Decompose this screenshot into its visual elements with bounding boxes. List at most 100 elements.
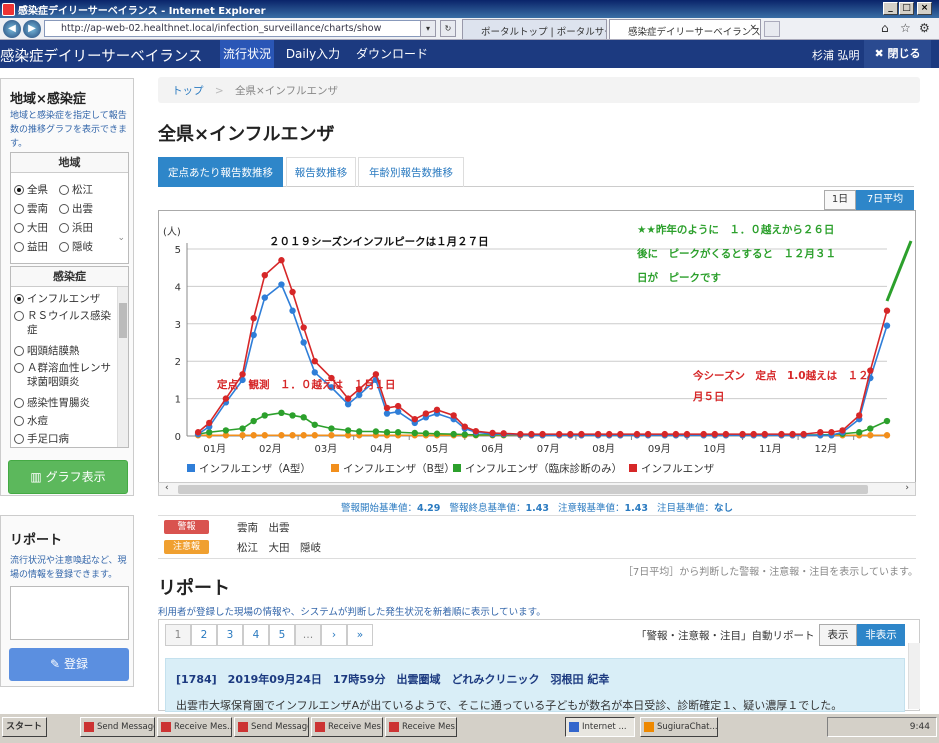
data-point [356,428,363,435]
radio-icon[interactable] [14,311,24,321]
maximize-button[interactable]: □ [899,2,914,15]
nav-daily-input[interactable]: Daily入力 [278,40,348,68]
task-chat[interactable]: SugiuraChat... [640,717,718,737]
seg-1day[interactable]: 1日 [824,190,856,210]
radio-icon[interactable] [59,222,69,233]
task-receive-message[interactable]: Receive Mes... [157,717,232,737]
data-point [683,430,691,438]
disease-option[interactable]: 感染性胃腸炎 [14,395,90,410]
nav-download[interactable]: ダウンロード [350,40,434,68]
show-toggle[interactable]: 表示 [819,624,857,646]
radio-icon[interactable] [14,241,24,252]
x-tick-label: 10月 [703,443,726,455]
disease-option[interactable]: Ａ群溶血性レンサ球菌咽頭炎 [14,361,116,389]
tab-age-count[interactable]: 年齢別報告数推移 [358,157,464,187]
disease-option[interactable]: インフルエンザ [14,291,100,306]
radio-icon[interactable] [59,203,69,214]
task-receive-message[interactable]: Receive Mes... [385,717,457,737]
legend-label: インフルエンザ（B型） [343,462,455,475]
radio-icon[interactable] [14,293,24,304]
data-point [883,307,891,314]
disease-scrollbar[interactable] [117,287,128,447]
legend-label: インフルエンザ [641,463,715,475]
radio-icon[interactable] [59,184,69,195]
tools-gear-icon[interactable]: ⚙ [919,21,930,35]
page-2[interactable]: 2 [191,624,217,646]
ie-tab-surveillance[interactable]: 感染症デイリーサーベイランス × [609,19,761,39]
page-vertical-scrollbar[interactable] [908,643,920,709]
refresh-icon[interactable]: ↻ [440,20,456,37]
radio-icon[interactable] [14,397,24,408]
ie-tab-portal[interactable]: ポータルトップ | ポータルサービス [462,19,607,39]
ie-icon [569,722,579,732]
region-option[interactable]: 隠岐 [59,239,93,254]
task-internet-explorer[interactable]: Internet ... [565,717,635,737]
chart-horizontal-scrollbar[interactable]: ‹ › [158,482,916,496]
radio-icon[interactable] [14,345,24,356]
task-send-message[interactable]: Send Message [234,717,309,737]
task-send-message[interactable]: Send Message [80,717,155,737]
report-textarea[interactable] [10,586,129,640]
tab-sentinel-avg[interactable]: 定点あたり報告数推移 [158,157,283,187]
chevron-down-icon[interactable]: ⌄ [117,233,125,243]
graph-display-button[interactable]: ▥ グラフ表示 [8,460,128,494]
region-option[interactable]: 浜田 [59,220,93,235]
page-3[interactable]: 3 [217,624,243,646]
task-receive-message[interactable]: Receive Mes... [311,717,383,737]
close-tab-icon[interactable]: × [749,23,757,33]
app-brand[interactable]: 感染症デイリーサーベイランス [0,45,202,66]
home-icon[interactable]: ⌂ [881,21,889,35]
scrollbar-thumb[interactable] [178,485,868,494]
start-button[interactable]: スタート [2,717,47,737]
breadcrumb-top[interactable]: トップ [172,85,204,97]
back-icon[interactable]: ◀ [3,20,21,38]
page-1[interactable]: 1 [165,624,191,646]
page-last[interactable]: » [347,624,373,646]
minimize-button[interactable]: _ [883,2,898,15]
disease-option[interactable]: 手足口病 [14,431,69,446]
disease-option[interactable]: 咽頭結膜熱 [14,343,80,358]
region-option[interactable]: 出雲 [59,201,93,216]
legend-swatch [187,464,195,472]
favorites-icon[interactable]: ☆ [900,21,911,35]
x-tick-label: 02月 [259,443,282,455]
hide-toggle[interactable]: 非表示 [857,624,905,646]
radio-icon[interactable] [14,203,24,214]
close-window-button[interactable]: × [917,2,932,15]
disease-option[interactable]: 水痘 [14,413,48,428]
scroll-right-icon[interactable]: › [905,483,909,493]
page-next[interactable]: › [321,624,347,646]
app-navbar: 感染症デイリーサーベイランス 流行状況 Daily入力 ダウンロード 杉浦 弘明… [0,40,939,68]
radio-icon[interactable] [14,184,24,195]
app-icon [161,722,171,732]
y-tick-label: 1 [175,395,181,406]
radio-icon[interactable] [14,433,24,444]
region-option[interactable]: 全県 [14,182,48,197]
radio-icon[interactable] [59,241,69,252]
region-option[interactable]: 松江 [59,182,93,197]
data-point [383,410,391,417]
address-bar[interactable]: http://ap-web-02.healthnet.local/infecti… [44,20,436,37]
region-option[interactable]: 益田 [14,239,48,254]
radio-icon[interactable] [14,222,24,233]
seg-7day-avg[interactable]: 7日平均 [856,190,914,210]
region-option[interactable]: 雲南 [14,201,48,216]
close-app-button[interactable]: ✖ 閉じる [864,40,931,68]
page-title: 全県×インフルエンザ [158,124,335,145]
register-button[interactable]: ✎ 登録 [9,648,129,681]
user-name[interactable]: 杉浦 弘明 [812,47,860,63]
new-tab-button[interactable] [764,21,780,37]
radio-icon[interactable] [14,415,24,426]
radio-icon[interactable] [14,363,24,373]
forward-icon[interactable]: ▶ [23,20,41,38]
page-4[interactable]: 4 [243,624,269,646]
scrollbar-thumb[interactable] [119,303,127,338]
nav-trends[interactable]: 流行状況 [220,40,274,68]
disease-option[interactable]: ＲＳウイルス感染症 [14,309,116,337]
address-dropdown-icon[interactable]: ▾ [420,20,436,37]
page-5[interactable]: 5 [269,624,295,646]
region-option[interactable]: 大田 [14,220,48,235]
scroll-left-icon[interactable]: ‹ [165,483,169,493]
tab-report-count[interactable]: 報告数推移 [286,157,356,187]
window-title: 感染症デイリーサーベイランス - Internet Explorer [18,5,266,17]
